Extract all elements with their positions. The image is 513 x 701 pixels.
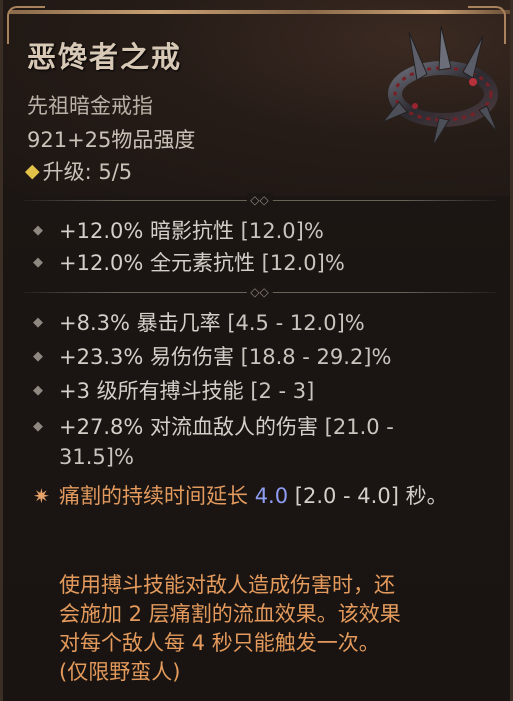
legendary-power: ✷ 痛割的持续时间延长 4.0 [2.0 - 4.0] 秒。 — [33, 481, 463, 512]
skill-keyword: 痛割 — [59, 484, 101, 508]
ring-icon — [382, 25, 498, 147]
diamond-bullet-icon: ◆ — [33, 315, 43, 330]
upgrade-label: 升级: 5/5 — [42, 160, 133, 184]
affix-value: +12.0% 暗影抗性 — [59, 219, 234, 243]
item-affix: ◆ +8.3% 暴击几率 [4.5 - 12.0]% — [33, 308, 493, 338]
item-name: 恶馋者之戒 — [27, 40, 183, 74]
affix-range: [18.8 - 29.2]% — [240, 345, 392, 369]
affix-value: +3 级所有搏斗技能 — [59, 379, 244, 403]
section-divider: ◇◇ — [23, 285, 496, 299]
affix-value: +27.8% 对流血敌人的伤害 — [59, 415, 318, 439]
section-divider: ◇◇ — [23, 193, 496, 207]
affix-range: [4.5 - 12.0]% — [227, 311, 365, 335]
implicit-affix: ◆ +12.0% 暗影抗性 [12.0]% — [33, 216, 493, 246]
item-type: 先祖暗金戒指 — [27, 94, 153, 118]
diamond-bullet-icon: ◆ — [33, 255, 43, 270]
legendary-text: 的持续时间延长 — [101, 484, 248, 508]
item-power: 921+25物品强度 — [27, 128, 196, 152]
unique-description: 使用搏斗技能对敌人造成伤害时，还 会施加 2 层痛割的流血效果。该效果 对每个敌… — [59, 571, 499, 687]
affix-range: [12.0]% — [261, 251, 345, 275]
description-line: (仅限野蛮人) — [59, 660, 181, 684]
diamond-bullet-icon: ◆ — [33, 419, 43, 434]
diamond-bullet-icon: ◆ — [33, 383, 43, 398]
gold-diamond-icon: ◆ — [25, 160, 40, 182]
unique-star-icon: ✷ — [33, 484, 50, 508]
description-line: 会施加 2 层痛割的流血效果。该效果 — [59, 602, 401, 626]
frame-border — [9, 10, 510, 14]
item-affix: ◆ +23.3% 易伤伤害 [18.8 - 29.2]% — [33, 342, 493, 372]
diamond-bullet-icon: ◆ — [33, 223, 43, 238]
affix-value: +23.3% 易伤伤害 — [59, 345, 234, 369]
implicit-affix: ◆ +12.0% 全元素抗性 [12.0]% — [33, 248, 493, 278]
legendary-value: 4.0 — [254, 484, 289, 508]
legendary-unit: 秒。 — [405, 484, 448, 508]
upgrade-status: ◆ 升级: 5/5 — [25, 156, 132, 186]
item-affix: ◆ +27.8% 对流血敌人的伤害 [21.0 - 31.5]% — [33, 412, 453, 472]
affix-range: [2 - 3] — [250, 379, 315, 403]
affix-range: [12.0]% — [240, 219, 324, 243]
diamond-bullet-icon: ◆ — [33, 349, 43, 364]
item-affix: ◆ +3 级所有搏斗技能 [2 - 3] — [33, 376, 493, 406]
affix-value: +12.0% 全元素抗性 — [59, 251, 255, 275]
item-tooltip: 恶馋者之戒 先祖暗金戒指 921+25物品强度 ◆ 升级: 5/5 ◇◇ ◆ +… — [0, 0, 513, 701]
legendary-range: [2.0 - 4.0] — [294, 484, 399, 508]
affix-value: +8.3% 暴击几率 — [59, 311, 221, 335]
description-line: 使用搏斗技能对敌人造成伤害时，还 — [59, 573, 395, 597]
description-line: 对每个敌人每 4 秒只能触发一次。 — [59, 631, 380, 655]
